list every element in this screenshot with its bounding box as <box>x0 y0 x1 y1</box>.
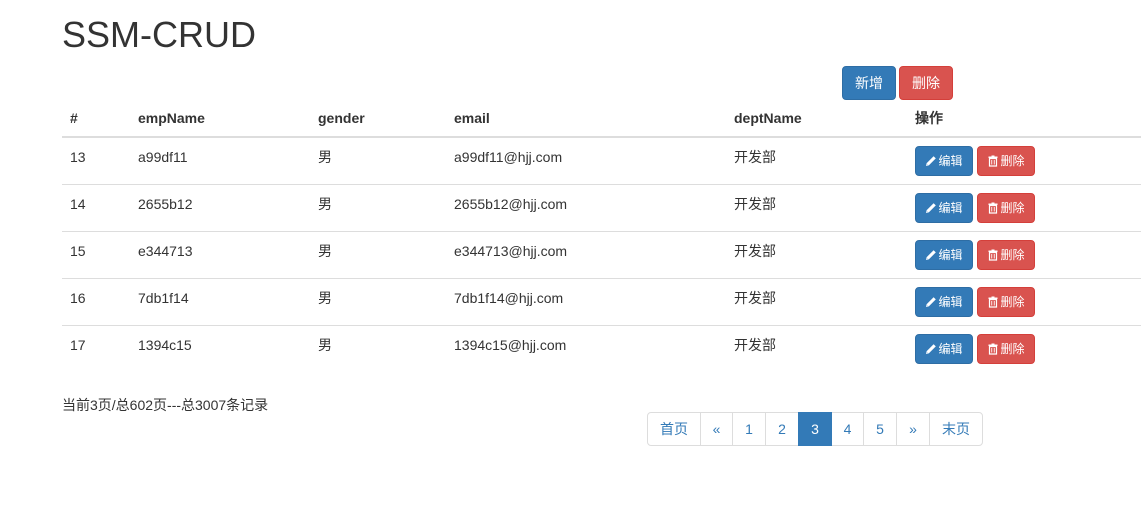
cell-empname: e344713 <box>138 242 193 259</box>
page-next[interactable]: » <box>896 412 930 446</box>
cell-id: 14 <box>70 195 86 212</box>
delete-button[interactable]: 删除 <box>977 333 1035 364</box>
cell-deptname: 开发部 <box>734 195 776 212</box>
trash-icon <box>987 249 999 261</box>
delete-button[interactable]: 删除 <box>977 239 1035 270</box>
table-row: 17 1394c15 男 1394c15@hjj.com 开发部 编辑 删除 <box>62 324 1141 372</box>
cell-deptname: 开发部 <box>734 336 776 353</box>
table-row: 15 e344713 男 e344713@hjj.com 开发部 编辑 删除 <box>62 230 1141 278</box>
pencil-icon <box>925 155 937 167</box>
employee-table: # empName gender email deptName 操作 13 a99… <box>62 100 1141 372</box>
delete-button[interactable]: 删除 <box>977 192 1035 223</box>
cell-gender: 男 <box>318 289 332 306</box>
pencil-icon <box>925 296 937 308</box>
edit-label: 编辑 <box>938 201 963 215</box>
cell-email: 2655b12@hjj.com <box>454 195 568 212</box>
table-row: 14 2655b12 男 2655b12@hjj.com 开发部 编辑 删除 <box>62 183 1141 231</box>
page-5[interactable]: 5 <box>863 412 897 446</box>
cell-gender: 男 <box>318 148 332 165</box>
cell-gender: 男 <box>318 242 332 259</box>
edit-label: 编辑 <box>938 248 963 262</box>
cell-deptname: 开发部 <box>734 242 776 259</box>
page-2[interactable]: 2 <box>765 412 799 446</box>
pagination: 首页 « 1 2 3 4 5 » 末页 <box>647 412 983 446</box>
delete-label: 删除 <box>1000 342 1025 357</box>
edit-label: 编辑 <box>938 295 963 309</box>
header-empname: empName <box>130 100 310 138</box>
cell-email: 1394c15@hjj.com <box>454 336 567 353</box>
page-first[interactable]: 首页 <box>647 412 701 446</box>
edit-button[interactable]: 编辑 <box>915 333 973 364</box>
edit-label: 编辑 <box>938 342 963 357</box>
delete-label: 删除 <box>1000 201 1025 215</box>
edit-button[interactable]: 编辑 <box>915 239 973 270</box>
table-row: 13 a99df11 男 a99df11@hjj.com 开发部 编辑 删除 <box>62 137 1141 184</box>
add-button[interactable]: 新增 <box>842 66 896 100</box>
page-3[interactable]: 3 <box>798 412 832 446</box>
cell-gender: 男 <box>318 336 332 353</box>
page-prev[interactable]: « <box>700 412 733 446</box>
trash-icon <box>987 155 999 167</box>
pencil-icon <box>925 343 937 355</box>
delete-label: 删除 <box>1000 295 1025 309</box>
delete-all-button[interactable]: 删除 <box>899 66 953 100</box>
edit-button[interactable]: 编辑 <box>915 192 973 223</box>
cell-deptname: 开发部 <box>734 148 776 165</box>
cell-id: 16 <box>70 289 86 306</box>
cell-empname: 2655b12 <box>138 195 193 212</box>
cell-deptname: 开发部 <box>734 289 776 306</box>
cell-empname: 7db1f14 <box>138 289 189 306</box>
pencil-icon <box>925 249 937 261</box>
delete-button[interactable]: 删除 <box>977 145 1035 176</box>
cell-id: 17 <box>70 336 86 353</box>
cell-gender: 男 <box>318 195 332 212</box>
delete-button[interactable]: 删除 <box>977 286 1035 317</box>
cell-empname: a99df11 <box>138 148 188 165</box>
delete-label: 删除 <box>1000 248 1025 262</box>
delete-label: 删除 <box>1000 154 1025 169</box>
trash-icon <box>987 296 999 308</box>
table-row: 16 7db1f14 男 7db1f14@hjj.com 开发部 编辑 删除 <box>62 277 1141 325</box>
cell-id: 13 <box>70 148 86 165</box>
cell-empname: 1394c15 <box>138 336 192 353</box>
cell-email: a99df11@hjj.com <box>454 148 563 165</box>
header-actions: 操作 <box>907 100 1141 138</box>
header-id: # <box>62 100 130 138</box>
cell-email: e344713@hjj.com <box>454 242 568 259</box>
edit-label: 编辑 <box>938 154 963 169</box>
page-1[interactable]: 1 <box>732 412 766 446</box>
cell-id: 15 <box>70 242 86 259</box>
edit-button[interactable]: 编辑 <box>915 145 973 176</box>
pencil-icon <box>925 202 937 214</box>
page-last[interactable]: 末页 <box>929 412 983 446</box>
table-header-row: # empName gender email deptName 操作 <box>62 100 1141 138</box>
trash-icon <box>987 343 999 355</box>
page-title: SSM-CRUD <box>62 14 256 55</box>
header-gender: gender <box>310 100 446 138</box>
cell-email: 7db1f14@hjj.com <box>454 289 564 306</box>
page-4[interactable]: 4 <box>831 412 864 446</box>
header-email: email <box>446 100 726 138</box>
trash-icon <box>987 202 999 214</box>
header-deptname: deptName <box>726 100 907 138</box>
page-info: 当前3页/总602页---总3007条记录 <box>62 397 269 413</box>
edit-button[interactable]: 编辑 <box>915 286 973 317</box>
